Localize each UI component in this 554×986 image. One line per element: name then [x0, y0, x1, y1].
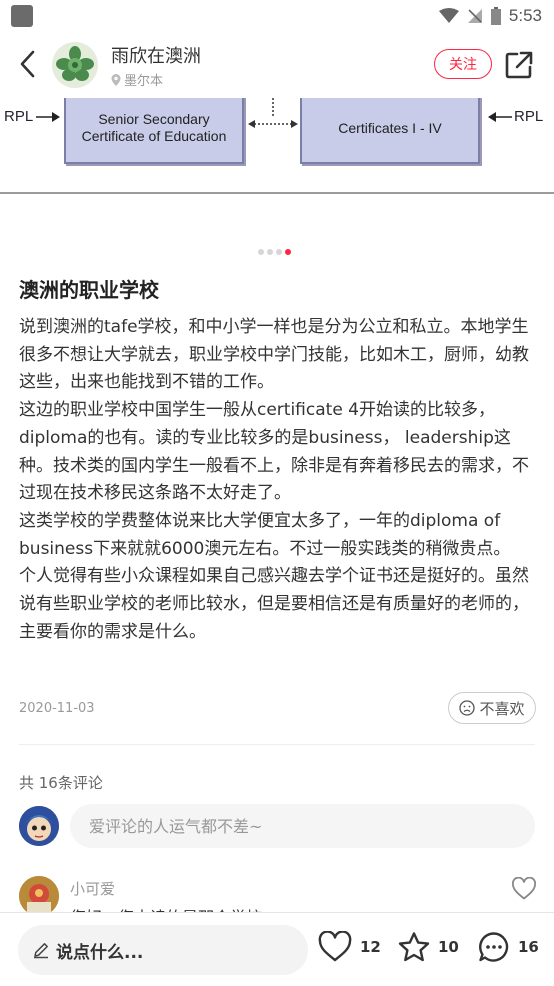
location: 墨尔本: [111, 70, 163, 89]
commenter-photo-icon: [19, 876, 59, 916]
battery-icon: [490, 7, 501, 25]
post-header: 雨欣在澳洲 墨尔本 关注: [0, 32, 554, 98]
dotted-vertical-line: [272, 98, 274, 118]
post-body: 说到澳洲的tafe学校，和中小学一样也是分为公立和私立。本地学生很多不想让大学就…: [19, 314, 539, 646]
dislike-button[interactable]: 不喜欢: [448, 692, 536, 724]
succulent-avatar-icon: [52, 42, 98, 88]
carousel-dot[interactable]: [267, 249, 273, 255]
dislike-label: 不喜欢: [479, 699, 525, 718]
chevron-left-icon: [20, 50, 35, 78]
commenter-avatar[interactable]: [19, 876, 59, 916]
carousel-dot[interactable]: [276, 249, 282, 255]
status-time: 5:53: [508, 6, 542, 25]
comment-button[interactable]: 16: [478, 931, 539, 963]
bottom-action-bar: 说点什么... 12 10 16: [0, 912, 554, 986]
heart-outline-icon: [512, 876, 536, 900]
wifi-icon: [438, 8, 459, 23]
commenter-name[interactable]: 小可爱: [70, 878, 115, 899]
image-carousel[interactable]: RPL Senior Secondary Certificate of Educ…: [0, 98, 554, 194]
status-icons: 5:53: [438, 6, 542, 26]
comment-input[interactable]: [70, 804, 535, 848]
follow-button[interactable]: 关注: [434, 49, 492, 79]
like-button[interactable]: 12: [318, 931, 381, 963]
post-paragraph: 说到澳洲的tafe学校，和中小学一样也是分为公立和私立。本地学生很多不想让大学就…: [19, 317, 529, 393]
my-avatar: [19, 806, 59, 846]
post-paragraph: 个人觉得有些小众课程如果自己感兴趣去学个证书还是挺好的。虽然说有些职业学校的老师…: [19, 566, 529, 642]
carousel-dot[interactable]: [258, 249, 264, 255]
post-date: 2020-11-03: [19, 701, 95, 716]
diagram-box-certificates: Certificates I - IV: [300, 98, 480, 164]
share-button[interactable]: [503, 49, 535, 81]
write-comment-label: 说点什么...: [56, 942, 144, 963]
collect-count: 10: [438, 938, 459, 956]
comment-count: 共 16条评论: [19, 774, 103, 792]
write-comment-button[interactable]: 说点什么...: [18, 925, 308, 975]
status-bar: 5:53: [0, 0, 554, 32]
author-avatar[interactable]: [52, 42, 98, 88]
collect-button[interactable]: 10: [398, 931, 459, 963]
rpl-label-left: RPL: [4, 108, 34, 125]
post-paragraph: 这边的职业学校中国学生一般从certificate 4开始读的比较多，diplo…: [19, 400, 529, 504]
back-button[interactable]: [10, 47, 44, 81]
divider: [19, 744, 535, 745]
arrow-left-icon: [488, 112, 512, 122]
post-title: 澳洲的职业学校: [19, 278, 159, 302]
location-text: 墨尔本: [124, 74, 164, 89]
rpl-label-right: RPL: [514, 108, 544, 125]
like-count: 12: [360, 938, 381, 956]
share-icon: [505, 51, 533, 79]
diagram-box-ssce: Senior Secondary Certificate of Educatio…: [64, 98, 244, 164]
dotted-double-arrow-icon: [248, 120, 298, 128]
arrow-right-icon: [36, 112, 60, 122]
carousel-dots: [258, 249, 291, 255]
star-icon: [398, 932, 430, 962]
app-notification-icon: [11, 5, 33, 27]
no-signal-icon: [467, 9, 482, 23]
author-name[interactable]: 雨欣在澳洲: [111, 42, 201, 68]
pencil-icon: [34, 943, 48, 959]
carousel-dot-active[interactable]: [285, 249, 291, 255]
heart-icon: [318, 931, 352, 962]
comment-like-button[interactable]: [511, 876, 537, 901]
comment-bubble-icon: [479, 932, 509, 962]
sad-face-icon: [459, 700, 476, 716]
post-paragraph: 这类学校的学费整体说来比大学便宜太多了，一年的diploma of busine…: [19, 510, 511, 559]
location-pin-icon: [111, 73, 121, 86]
cartoon-avatar-icon: [19, 806, 59, 846]
comment-count-bottom: 16: [518, 938, 539, 956]
